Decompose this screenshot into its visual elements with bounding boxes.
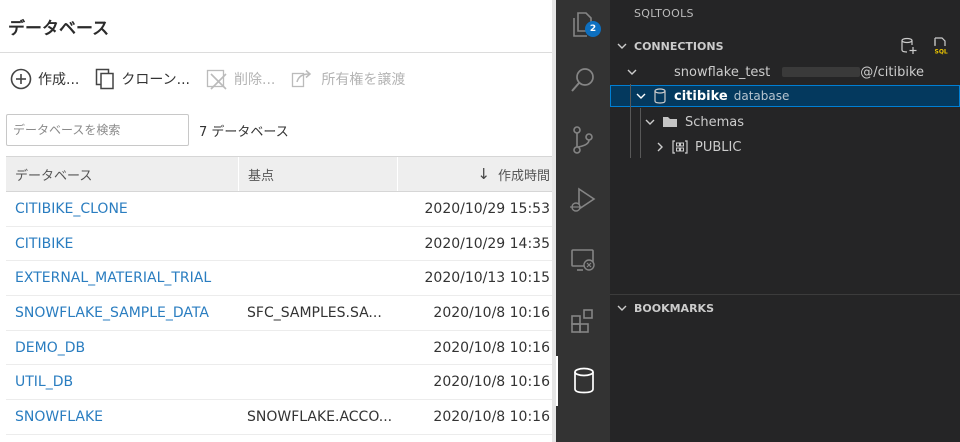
chevron-down-icon xyxy=(610,40,634,52)
database-created: 2020/10/8 10:16 xyxy=(433,408,550,425)
sqltools-button[interactable] xyxy=(556,356,610,406)
create-button[interactable]: 作成... xyxy=(10,68,79,90)
new-sql-file-button[interactable]: SQL xyxy=(932,37,950,55)
folder-icon xyxy=(662,115,678,129)
source-control-button[interactable] xyxy=(556,115,610,165)
delete-icon xyxy=(206,69,227,90)
database-created: 2020/10/8 10:16 xyxy=(433,339,550,356)
bookmarks-label: BOOKMARKS xyxy=(634,301,714,315)
connection-item[interactable]: snowflake_test @/citibike xyxy=(610,61,960,83)
column-header-database[interactable]: データベース xyxy=(6,157,239,191)
database-origin: SNOWFLAKE.ACCO... xyxy=(247,408,393,425)
plus-circle-icon xyxy=(10,68,32,90)
database-created: 2020/10/29 14:35 xyxy=(424,235,551,252)
run-debug-button[interactable] xyxy=(556,175,610,225)
table-row[interactable]: SNOWFLAKE_SAMPLE_DATA SFC_SAMPLES.SA... … xyxy=(6,296,556,331)
transfer-label: 所有権を譲渡 xyxy=(321,72,406,88)
toolbar: 作成... クローン... 削除... 所有権を譲渡 xyxy=(10,64,421,94)
delete-button[interactable]: 削除... xyxy=(206,68,275,90)
table-header: データベース 基点 ↓ 作成時間 xyxy=(6,156,556,192)
section-divider xyxy=(610,294,960,295)
database-name-link[interactable]: CITIBIKE_CLONE xyxy=(6,201,239,217)
add-database-icon xyxy=(901,37,917,54)
transfer-icon xyxy=(292,69,312,88)
database-name-link[interactable]: SNOWFLAKE_SAMPLE_DATA xyxy=(6,305,239,321)
database-created: 2020/10/29 15:53 xyxy=(424,200,551,217)
extensions-icon xyxy=(571,309,593,333)
connections-actions: SQL xyxy=(886,37,950,55)
database-name-link[interactable]: EXTERNAL_MATERIAL_TRIAL xyxy=(6,270,239,286)
databases-table: データベース 基点 ↓ 作成時間 CITIBIKE_CLONE 2020/10/… xyxy=(6,156,556,435)
tree-indent-guide xyxy=(630,84,631,158)
redacted-account xyxy=(782,67,861,77)
connections-label: CONNECTIONS xyxy=(634,39,724,53)
database-name-link[interactable]: UTIL_DB xyxy=(6,374,239,390)
extensions-button[interactable] xyxy=(556,296,610,346)
schema-name: PUBLIC xyxy=(695,139,742,155)
chevron-down-icon xyxy=(642,116,658,128)
database-name: citibike xyxy=(674,88,728,104)
search-button[interactable] xyxy=(556,55,610,105)
database-name-link[interactable]: DEMO_DB xyxy=(6,340,239,356)
sort-desc-icon: ↓ xyxy=(477,165,490,183)
tree-indent-guide xyxy=(640,108,641,158)
connection-name: snowflake_test xyxy=(674,64,771,80)
schemas-label: Schemas xyxy=(685,114,745,130)
database-created: 2020/10/8 10:16 xyxy=(433,374,550,391)
run-debug-icon xyxy=(570,187,596,212)
database-name-link[interactable]: SNOWFLAKE xyxy=(6,409,239,425)
column-header-created[interactable]: ↓ 作成時間 xyxy=(398,157,556,191)
new-sql-file-icon: SQL xyxy=(934,37,949,56)
connections-section-header[interactable]: CONNECTIONS SQL xyxy=(610,35,960,57)
remote-explorer-icon xyxy=(571,249,595,271)
database-created: 2020/10/8 10:16 xyxy=(433,304,550,321)
table-row[interactable]: UTIL_DB 2020/10/8 10:16 xyxy=(6,365,556,401)
database-name-link[interactable]: CITIBIKE xyxy=(6,236,239,252)
clone-button[interactable]: クローン... xyxy=(95,68,190,90)
chevron-right-icon xyxy=(652,141,668,153)
explorer-button[interactable]: 2 xyxy=(556,0,610,50)
database-created: 2020/10/13 10:15 xyxy=(424,270,551,287)
add-connection-button[interactable] xyxy=(900,37,918,55)
header-divider xyxy=(0,52,556,53)
table-row[interactable]: CITIBIKE 2020/10/29 14:35 xyxy=(6,227,556,262)
activity-bar: 2 xyxy=(556,0,610,442)
database-icon xyxy=(653,88,667,104)
source-control-icon xyxy=(573,126,593,154)
changes-badge: 2 xyxy=(585,21,601,37)
database-icon xyxy=(574,367,594,394)
schema-icon xyxy=(672,140,688,154)
database-item-citibike[interactable]: citibike database xyxy=(610,85,960,107)
database-origin: SFC_SAMPLES.SA... xyxy=(247,304,382,321)
connection-suffix: @/citibike xyxy=(860,64,925,80)
table-row[interactable]: DEMO_DB 2020/10/8 10:16 xyxy=(6,331,556,366)
transfer-ownership-button[interactable]: 所有権を譲渡 xyxy=(291,68,405,90)
table-row[interactable]: CITIBIKE_CLONE 2020/10/29 15:53 xyxy=(6,192,556,227)
page-title: データベース xyxy=(8,19,110,39)
schema-item-public[interactable]: PUBLIC xyxy=(610,136,960,158)
table-row[interactable]: SNOWFLAKE SNOWFLAKE.ACCO... 2020/10/8 10… xyxy=(6,400,556,435)
chevron-down-icon xyxy=(624,66,640,78)
database-count: 7 データベース xyxy=(199,125,289,140)
chevron-down-icon xyxy=(633,90,649,102)
search-icon xyxy=(571,68,594,92)
sqltools-sidebar: SQLTOOLS CONNECTIONS SQL snowflake_test … xyxy=(610,0,960,442)
remote-explorer-button[interactable] xyxy=(556,235,610,285)
schemas-folder[interactable]: Schemas xyxy=(610,111,960,133)
copy-icon xyxy=(96,68,115,90)
chevron-down-icon xyxy=(610,302,634,314)
sidebar-title: SQLTOOLS xyxy=(634,7,694,20)
database-description: database xyxy=(733,89,790,103)
create-label: 作成... xyxy=(38,72,80,88)
delete-label: 削除... xyxy=(234,72,276,88)
table-row[interactable]: EXTERNAL_MATERIAL_TRIAL 2020/10/13 10:15 xyxy=(6,261,556,297)
svg-text:SQL: SQL xyxy=(935,49,948,56)
clone-label: クローン... xyxy=(121,72,191,88)
snowflake-databases-panel: データベース 作成... クローン... 削除... 所有権を譲渡 データベース… xyxy=(0,0,556,442)
bookmarks-section-header[interactable]: BOOKMARKS xyxy=(610,297,960,319)
database-search-input[interactable] xyxy=(6,114,189,146)
column-header-origin[interactable]: 基点 xyxy=(239,157,398,191)
